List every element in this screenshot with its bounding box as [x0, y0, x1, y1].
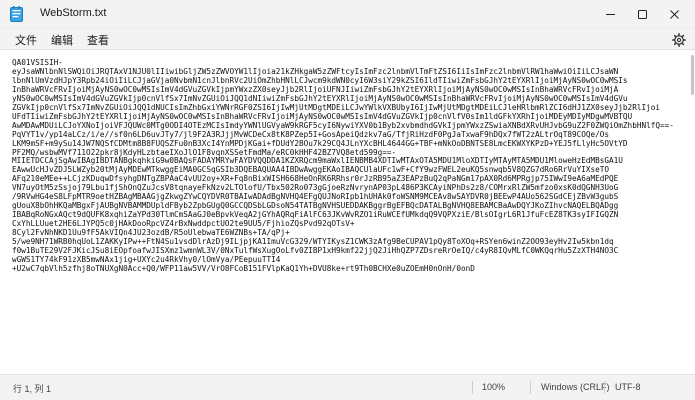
minimize-icon: [605, 13, 615, 15]
status-bar: 行 1, 列 1 100% Windows (CRLF) UTF-8: [0, 374, 695, 400]
menu-bar: 文件 编辑 查看: [0, 28, 695, 50]
text-line: +U2wC7qbVlh5zfhj8oTNUXgN0Acc+Q0/WFP11aw5…: [12, 263, 475, 273]
notepad-document-icon: [10, 6, 23, 22]
title-bar: WebStorm.txt: [0, 0, 695, 28]
close-icon: [669, 9, 679, 19]
vertical-scrollbar[interactable]: [689, 51, 695, 374]
scrollbar-thumb[interactable]: [691, 55, 694, 95]
maximize-button[interactable]: [628, 0, 656, 28]
status-divider: [530, 381, 531, 394]
menu-view[interactable]: 查看: [85, 31, 111, 49]
cursor-position: 行 1, 列 1: [13, 384, 52, 394]
document-text[interactable]: QA01VSISIH-eyJsaWNlbnNlSWQiOiJRQTAxV1NJU…: [12, 59, 682, 274]
status-divider: [604, 381, 605, 394]
close-button[interactable]: [660, 0, 688, 28]
menu-edit[interactable]: 编辑: [49, 31, 75, 49]
minimize-button[interactable]: [596, 0, 624, 28]
encoding[interactable]: UTF-8: [615, 382, 641, 392]
window-title: WebStorm.txt: [40, 7, 107, 19]
gear-icon[interactable]: [672, 32, 686, 47]
line-ending[interactable]: Windows (CRLF): [541, 382, 610, 392]
zoom-level[interactable]: 100%: [482, 382, 505, 392]
maximize-icon: [637, 9, 647, 19]
menu-file[interactable]: 文件: [13, 31, 39, 49]
text-editor[interactable]: QA01VSISIH-eyJsaWNlbnNlSWQiOiJRQTAxV1NJU…: [0, 51, 695, 374]
status-divider: [472, 381, 473, 394]
